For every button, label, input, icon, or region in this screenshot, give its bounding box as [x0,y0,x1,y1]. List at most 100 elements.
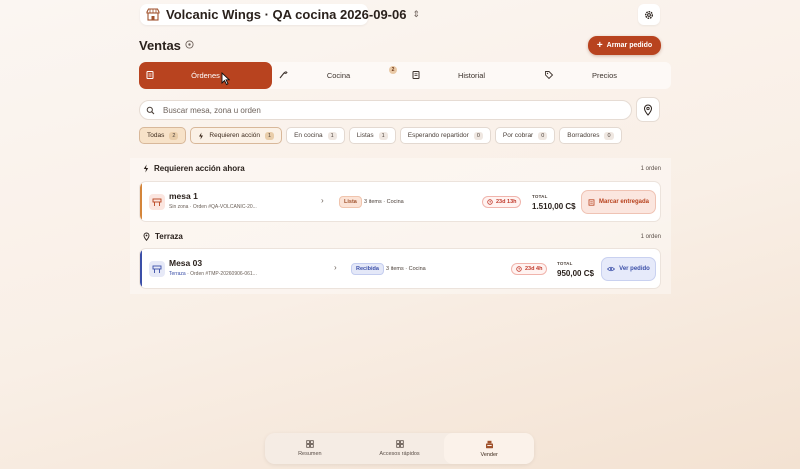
table-icon [149,194,165,210]
total-label: TOTAL [532,194,548,199]
nav-label: Vender [480,451,498,458]
status-accent [140,182,142,221]
status-accent [140,249,142,288]
zone-filter-button[interactable] [636,97,660,122]
page-title: Ventas [139,38,181,53]
age-value: 23d 4h [525,266,543,272]
grid-icon [306,440,314,448]
filter-count: 0 [538,131,548,140]
store-title: Volcanic Wings · QA cocina 2026-09-06 [166,7,407,22]
plus-icon: + [596,39,603,51]
filter-listas[interactable]: Listas 1 [348,127,396,144]
section-count: 1 orden [640,166,661,172]
filter-count: 0 [604,131,614,140]
total-value: 1.510,00 C$ [532,202,576,211]
order-subtitle: Sin zona · Orden #QA-VOLCANIC-20... [169,204,257,210]
filter-label: En cocina [294,132,323,139]
section-tabs: Órdenes Cocina 2 Historial Precios [139,62,671,89]
age-badge: 23d 13h [482,196,522,208]
nav-vender[interactable]: Vender [444,433,535,464]
nav-resumen[interactable]: Resumen [265,433,355,464]
gear-icon [644,10,654,20]
chevron-right-icon: › [321,196,324,205]
history-icon [411,70,421,80]
total-label: TOTAL [557,261,573,266]
tag-icon [544,70,554,80]
section-header-action: Requieren acción ahora [143,164,245,173]
nav-accesos-rapidos[interactable]: Accesos rápidos [355,433,445,464]
filter-borradores[interactable]: Borradores 0 [559,127,622,144]
bottom-navigation: Resumen Accesos rápidos Vender [265,433,535,464]
order-zone: Sin zona [169,204,189,210]
bolt-icon [198,132,204,140]
filter-label: Por cobrar [502,132,534,139]
mark-delivered-button[interactable]: Marcar entregada [581,190,656,214]
nav-label: Resumen [298,451,322,457]
age-value: 23d 13h [496,199,517,205]
receipt-icon [588,198,595,206]
chevron-right-icon: › [334,263,337,272]
order-zone: Terraza [169,271,186,277]
search-icon [146,106,155,115]
section-title: Terraza [155,232,183,241]
bolt-icon [143,164,149,173]
create-order-button[interactable]: + Armar pedido [588,36,661,55]
register-icon [485,440,494,449]
tab-historial[interactable]: Historial [405,62,538,89]
tab-precios[interactable]: Precios [538,62,671,89]
tab-cocina[interactable]: Cocina 2 [272,62,405,89]
tab-label: Precios [591,71,617,80]
filter-requieren-accion[interactable]: Requieren acción 1 [190,127,283,144]
filter-chips: Todas 2 Requieren acción 1 En cocina 1 L… [139,127,622,144]
filter-count: 2 [169,131,179,140]
clock-icon [516,266,522,272]
grid-icon [395,440,404,448]
age-badge: 23d 4h [511,263,548,275]
search-input[interactable]: Buscar mesa, zona u orden [139,100,632,120]
filter-label: Esperando repartidor [407,132,469,139]
chevron-updown-icon: ⇕ [412,9,421,19]
order-items: 3 items · Cocina [386,266,426,272]
mouse-cursor-icon [221,72,230,85]
action-label: Ver pedido [619,266,650,272]
order-id: · Orden #QA-VOLCANIC-20... [188,204,257,210]
order-card-mesa-03[interactable]: Mesa 03 Terraza · Orden #TMP-20260906-06… [139,248,661,289]
settings-button[interactable] [638,4,660,25]
filter-por-cobrar[interactable]: Por cobrar 0 [494,127,556,144]
filter-count: 1 [378,131,388,140]
eye-icon [607,266,616,272]
section-header-terraza: Terraza [143,232,183,241]
filter-label: Todas [147,132,165,139]
section-title: Requieren acción ahora [154,164,245,173]
store-selector[interactable]: Volcanic Wings · QA cocina 2026-09-06 ⇕ [140,4,420,25]
create-order-label: Armar pedido [606,42,653,49]
receipt-icon [145,70,155,80]
order-items: 3 items · Cocina [364,199,404,205]
filter-count: 1 [327,131,337,140]
view-order-button[interactable]: Ver pedido [601,257,656,281]
tab-label: Cocina [326,71,351,80]
filter-todas[interactable]: Todas 2 [139,127,187,144]
map-pin-icon [143,232,150,241]
order-name: mesa 1 [169,191,198,201]
kitchen-badge: 2 [389,66,397,74]
filter-en-cocina[interactable]: En cocina 1 [286,127,345,144]
nav-label: Accesos rápidos [379,451,420,457]
tab-label: Historial [457,71,486,80]
order-card-mesa-1[interactable]: mesa 1 Sin zona · Orden #QA-VOLCANIC-20.… [139,181,661,222]
filter-label: Requieren acción [209,132,261,139]
status-badge: Recibida [351,263,384,275]
filter-label: Borradores [567,132,600,139]
order-subtitle: Terraza · Orden #TMP-20260906-061... [169,271,257,277]
filter-count: 0 [473,131,483,140]
total-value: 950,00 C$ [557,269,594,278]
filter-count: 1 [265,131,275,140]
storefront-icon [146,8,160,21]
order-id: · Orden #TMP-20260906-061... [185,271,257,277]
info-icon[interactable] [185,40,194,49]
map-pin-icon [643,104,653,116]
filter-label: Listas [356,132,374,139]
tab-label: Órdenes [191,71,220,80]
tab-ordenes[interactable]: Órdenes [139,62,272,89]
filter-esperando-repartidor[interactable]: Esperando repartidor 0 [399,127,491,144]
